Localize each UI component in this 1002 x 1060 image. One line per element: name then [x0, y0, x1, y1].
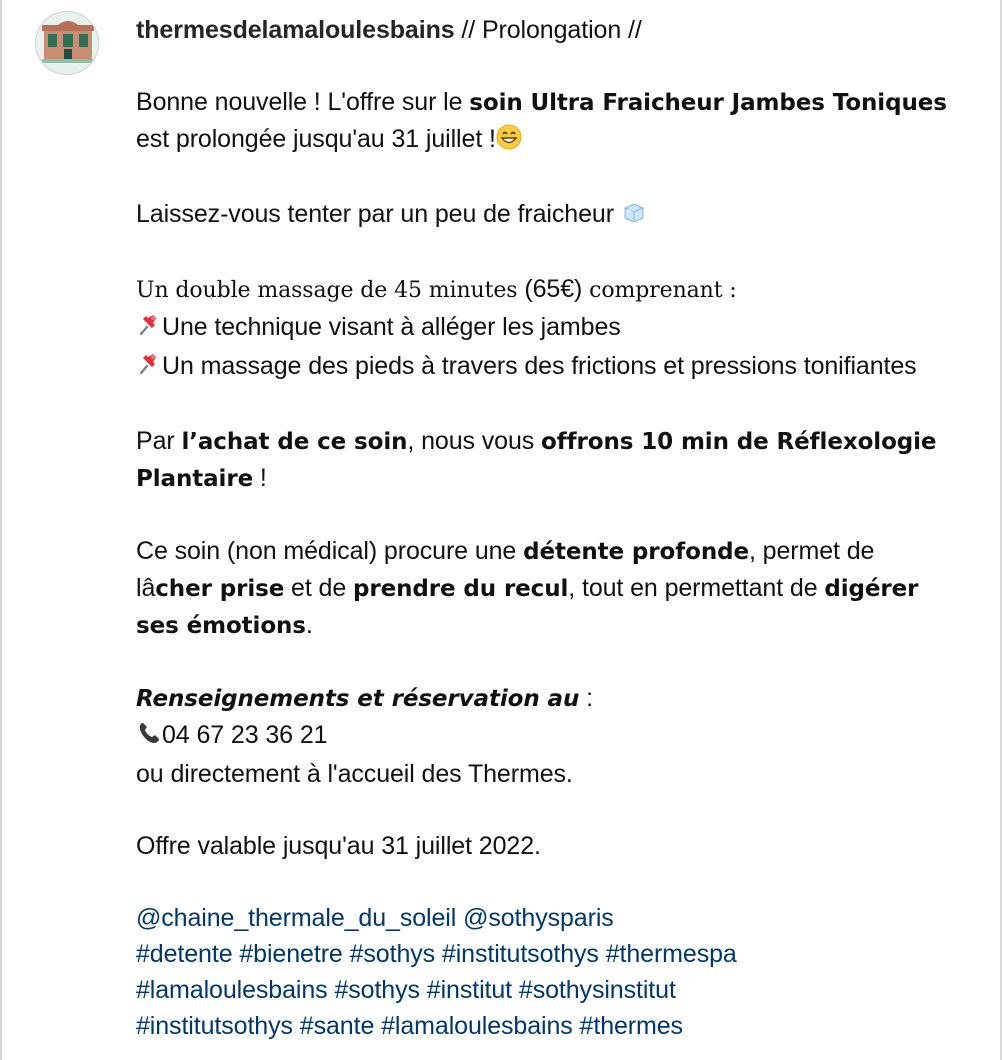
- telephone-receiver-icon: [136, 720, 162, 756]
- contact-phone: 04 67 23 36 21: [136, 717, 956, 756]
- text-span: .: [305, 611, 313, 639]
- ice-cube-icon: [621, 199, 647, 235]
- hashtag-link[interactable]: #lamaloulesbains: [381, 1012, 573, 1040]
- grinning-face-icon: [496, 124, 522, 160]
- hashtag-link[interactable]: #thermes: [580, 1012, 684, 1040]
- frame-left-border: [0, 0, 2, 1060]
- text-span: Une technique visant à alléger les jambe…: [162, 313, 621, 341]
- hashtag-link[interactable]: #sothysinstitut: [519, 976, 676, 1004]
- text-span: Un massage des pieds à travers des frict…: [162, 352, 917, 380]
- bullet-item-2: Un massage des pieds à travers des frict…: [136, 348, 956, 387]
- hashtag-link[interactable]: #institut: [427, 976, 512, 1004]
- bullet-item-1: Une technique visant à alléger les jambe…: [136, 309, 956, 348]
- text-span: et de: [284, 574, 353, 602]
- text-span: , nous vous: [407, 427, 541, 455]
- mentions-line: @chaine_thermale_du_soleil @sothysparis: [136, 900, 956, 936]
- hashtag-link[interactable]: #institutsothys: [442, 940, 599, 968]
- text-span: , tout en permettant de: [568, 574, 825, 602]
- mention-link[interactable]: @sothysparis: [463, 904, 614, 932]
- paragraph-tempt: Laissez-vous tenter par un peu de fraich…: [136, 196, 956, 235]
- phone-number[interactable]: 04 67 23 36 21: [162, 721, 328, 749]
- hashtags-line-2: #lamaloulesbains #sothys #institut #soth…: [136, 972, 956, 1008]
- offer-validity: Offre valable jusqu'au 31 juillet 2022.: [136, 832, 541, 860]
- text-span: Ce soin (non médical) procure une: [136, 537, 524, 565]
- hashtag-link[interactable]: #bienetre: [239, 940, 342, 968]
- hashtags-line-1: #detente #bienetre #sothys #institutsoth…: [136, 936, 956, 972]
- paragraph-gift: Par l’achat de ce soin, nous vous offron…: [136, 423, 956, 497]
- hashtag-link[interactable]: #sothys: [350, 940, 436, 968]
- paragraph-massage: Un double massage de 45 minutes (65€) co…: [136, 271, 956, 309]
- text-span: Laissez-vous tenter par un peu de fraich…: [136, 200, 621, 228]
- username-link[interactable]: thermesdelamaloulesbains: [136, 16, 455, 44]
- pushpin-icon: [136, 312, 162, 348]
- post-caption: thermesdelamaloulesbains // Prolongation…: [136, 12, 956, 1044]
- hashtag-link[interactable]: #sante: [300, 1012, 375, 1040]
- hashtag-link[interactable]: #thermespa: [606, 940, 737, 968]
- bold-span: prendre du recul: [353, 576, 569, 602]
- text-span: est prolongée jusqu'au 31 juillet !: [136, 125, 496, 153]
- hashtag-link[interactable]: #lamaloulesbains: [136, 976, 328, 1004]
- post-title: // Prolongation //: [454, 16, 642, 44]
- hashtag-link[interactable]: #detente: [136, 940, 233, 968]
- text-span: Bonne nouvelle ! L'offre sur le: [136, 88, 470, 116]
- pushpin-icon: [136, 351, 162, 387]
- thermes-building-logo-icon: [36, 12, 98, 74]
- hashtag-link[interactable]: #sothys: [334, 976, 420, 1004]
- text-span: comprenant :: [582, 278, 737, 303]
- contact-label: Renseignements et réservation au :: [136, 680, 956, 717]
- paragraph-offer: Bonne nouvelle ! L'offre sur le soin Ult…: [136, 84, 956, 160]
- contact-desk: ou directement à l'accueil des Thermes.: [136, 760, 573, 788]
- bold-span: détente profonde: [523, 539, 749, 565]
- text-span: :: [579, 684, 593, 712]
- hashtags-line-3: #institutsothys #sante #lamaloulesbains …: [136, 1008, 956, 1044]
- paragraph-benefits: Ce soin (non médical) procure une détent…: [136, 533, 956, 644]
- mention-link[interactable]: @chaine_thermale_du_soleil: [136, 904, 456, 932]
- profile-avatar[interactable]: [35, 11, 99, 75]
- caption-header: thermesdelamaloulesbains // Prolongation…: [136, 12, 956, 48]
- price-text: (65€): [524, 275, 583, 303]
- bold-span: cher prise: [155, 576, 285, 602]
- text-span: Par: [136, 427, 182, 455]
- bold-italic-span: Renseignements et réservation au: [136, 686, 580, 712]
- offer-name-bold: soin Ultra Fraicheur Jambes Toniques: [469, 90, 947, 116]
- text-span: !: [253, 464, 267, 492]
- text-span: Un double massage de 45 minutes: [136, 278, 525, 303]
- bold-span: l’achat de ce soin: [181, 429, 408, 455]
- hashtag-link[interactable]: #institutsothys: [136, 1012, 293, 1040]
